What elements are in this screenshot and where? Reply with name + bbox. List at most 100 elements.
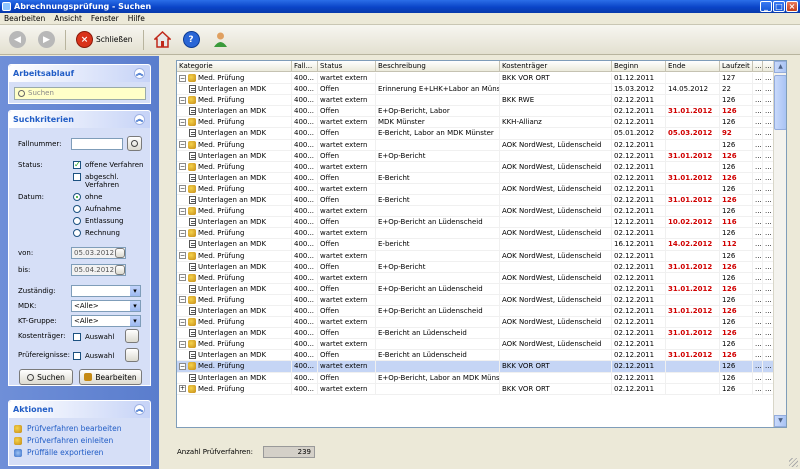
- zustaendig-dropdown[interactable]: [71, 285, 141, 297]
- mdk-dropdown[interactable]: <Alle>: [71, 300, 141, 312]
- close-button[interactable]: × Schließen: [72, 29, 137, 51]
- prueffaelle-exportieren-link[interactable]: Prüffälle exportieren: [14, 448, 103, 457]
- fallnummer-search-button[interactable]: [127, 136, 142, 151]
- collapse-icon[interactable]: −: [179, 229, 186, 237]
- table-row[interactable]: − Med. Prüfung 400... wartet extern AOK Nord…: [177, 272, 774, 284]
- home-button[interactable]: [150, 29, 175, 51]
- column-header[interactable]: Kostenträger: [500, 61, 612, 72]
- table-row[interactable]: − Med. Prüfung 400... wartet extern MDK Müns…: [177, 117, 774, 129]
- scroll-down-icon[interactable]: ▼: [774, 415, 786, 427]
- menu-fenster[interactable]: Fenster: [91, 13, 119, 24]
- column-header[interactable]: Beginn: [612, 61, 666, 72]
- collapse-chevron-icon[interactable]: ︽: [134, 68, 145, 79]
- kostentraeger-picker-button[interactable]: [125, 329, 139, 343]
- suchen-button[interactable]: Suchen: [19, 369, 73, 385]
- expand-icon[interactable]: +: [179, 385, 186, 393]
- user-button[interactable]: [208, 29, 233, 51]
- table-row[interactable]: − Med. Prüfung 400... wartet extern AOK Nord…: [177, 206, 774, 218]
- datum-radio-aufnahme[interactable]: [73, 205, 81, 213]
- table-row[interactable]: Unterlagen an MDK 400... Offen E+Op-Bericht…: [177, 217, 774, 229]
- collapse-icon[interactable]: −: [179, 296, 186, 304]
- column-header[interactable]: Kategorie: [177, 61, 292, 72]
- help-button[interactable]: ?: [179, 29, 204, 51]
- close-window-button[interactable]: ×: [786, 1, 798, 12]
- table-row[interactable]: − Med. Prüfung 400... wartet extern AOK Nord…: [177, 139, 774, 151]
- table-row[interactable]: Unterlagen an MDK 400... Offen E-Bericht an…: [177, 328, 774, 340]
- collapse-icon[interactable]: −: [179, 118, 186, 126]
- collapse-icon[interactable]: −: [179, 318, 186, 326]
- table-row[interactable]: − Med. Prüfung 400... wartet extern AOK Nord…: [177, 317, 774, 329]
- table-row[interactable]: − Med. Prüfung 400... wartet extern AOK Nord…: [177, 183, 774, 196]
- pruefereignisse-auswahl-checkbox[interactable]: [73, 352, 81, 360]
- scroll-up-icon[interactable]: ▲: [774, 61, 786, 73]
- table-row[interactable]: Unterlagen an MDK 400... Offen E+Op-Bericht…: [177, 305, 774, 318]
- collapse-chevron-icon[interactable]: ︽: [134, 114, 145, 125]
- arbeitsablauf-title: Arbeitsablauf: [13, 69, 75, 78]
- table-row[interactable]: + Med. Prüfung 400... wartet extern BKK VOR …: [177, 383, 774, 395]
- column-header[interactable]: Status: [318, 61, 376, 72]
- table-row[interactable]: − Med. Prüfung 400... wartet extern AOK Nord…: [177, 294, 774, 306]
- menu-ansicht[interactable]: Ansicht: [54, 13, 82, 24]
- table-row[interactable]: Unterlagen an MDK 400... Offen E-bericht 16.…: [177, 239, 774, 251]
- pruefereignisse-picker-button[interactable]: [125, 348, 139, 362]
- table-row[interactable]: − Med. Prüfung 400... wartet extern BKK VOR …: [177, 361, 774, 373]
- collapse-icon[interactable]: −: [179, 362, 186, 370]
- collapse-icon[interactable]: −: [179, 274, 186, 282]
- table-row[interactable]: Unterlagen an MDK 400... Offen E-Bericht 02.…: [177, 172, 774, 184]
- column-header[interactable]: Fall...: [292, 61, 318, 72]
- menu-hilfe[interactable]: Hilfe: [128, 13, 145, 24]
- collapse-icon[interactable]: −: [179, 96, 186, 104]
- table-row[interactable]: Unterlagen an MDK 400... Offen E+Op-Bericht…: [177, 150, 774, 162]
- back-button[interactable]: ◀: [5, 29, 30, 51]
- scroll-thumb[interactable]: [774, 75, 786, 130]
- ende-cell: [666, 206, 720, 217]
- table-row[interactable]: Unterlagen an MDK 400... Offen E+Op-Bericht…: [177, 283, 774, 295]
- table-row[interactable]: − Med. Prüfung 400... wartet extern BKK VOR …: [177, 73, 774, 85]
- collapse-chevron-icon[interactable]: ︽: [134, 404, 145, 415]
- kostentraeger-auswahl-checkbox[interactable]: [73, 333, 81, 341]
- table-row[interactable]: − Med. Prüfung 400... wartet extern AOK Nord…: [177, 250, 774, 262]
- table-row[interactable]: Unterlagen an MDK 400... Offen E+Op-Bericht…: [177, 261, 774, 273]
- collapse-icon[interactable]: −: [179, 207, 186, 215]
- table-row[interactable]: − Med. Prüfung 400... wartet extern BKK RWE 0…: [177, 95, 774, 107]
- workflow-search-input[interactable]: Suchen: [14, 87, 146, 100]
- collapse-icon[interactable]: −: [179, 185, 186, 193]
- collapse-icon[interactable]: −: [179, 340, 186, 348]
- table-row[interactable]: Unterlagen an MDK 400... Offen E-Bericht, L…: [177, 128, 774, 140]
- menu-bearbeiten[interactable]: Bearbeiten: [4, 13, 45, 24]
- collapse-icon[interactable]: −: [179, 74, 186, 82]
- table-row[interactable]: − Med. Prüfung 400... wartet extern AOK Nord…: [177, 339, 774, 351]
- vertical-scrollbar[interactable]: ▲ ▼: [773, 61, 786, 427]
- maximize-button[interactable]: □: [773, 1, 785, 12]
- collapse-icon[interactable]: −: [179, 141, 186, 149]
- datum-radio-entlassung[interactable]: [73, 217, 81, 225]
- collapse-icon[interactable]: −: [179, 252, 186, 259]
- forward-button[interactable]: ▶: [34, 29, 59, 51]
- fallnummer-input[interactable]: [71, 138, 123, 150]
- minimize-button[interactable]: _: [760, 1, 772, 12]
- table-row[interactable]: Unterlagen an MDK 400... Offen E+Op-Bericht…: [177, 372, 774, 384]
- bearbeiten-button[interactable]: Bearbeiten: [79, 369, 142, 385]
- column-header[interactable]: Laufzeit: [720, 61, 753, 72]
- column-header[interactable]: Ende: [666, 61, 720, 72]
- abgeschl-verfahren-checkbox[interactable]: [73, 173, 81, 181]
- table-row[interactable]: Unterlagen an MDK 400... Offen Erinnerung E…: [177, 84, 774, 96]
- table-row[interactable]: Unterlagen an MDK 400... Offen E-Bericht an…: [177, 350, 774, 362]
- datum-radio-ohne[interactable]: [73, 193, 81, 201]
- pruefverfahren-bearbeiten-link[interactable]: Prüfverfahren bearbeiten: [14, 424, 122, 433]
- collapse-icon[interactable]: −: [179, 163, 186, 171]
- calendar-icon[interactable]: [115, 248, 125, 258]
- column-header[interactable]: Beschreibung: [376, 61, 500, 72]
- table-row[interactable]: Unterlagen an MDK 400... Offen E-Bericht 02.…: [177, 195, 774, 207]
- pruefverfahren-einleiten-link[interactable]: Prüfverfahren einleiten: [14, 436, 113, 445]
- offene-verfahren-checkbox[interactable]: [73, 160, 81, 169]
- status-cell: Offen: [318, 239, 376, 250]
- resize-grip[interactable]: [789, 458, 798, 467]
- column-header[interactable]: ...: [753, 61, 763, 72]
- ktgruppe-dropdown[interactable]: <Alle>: [71, 315, 141, 327]
- calendar-icon[interactable]: [115, 265, 125, 275]
- table-row[interactable]: Unterlagen an MDK 400... Offen E+Op-Bericht…: [177, 106, 774, 118]
- table-row[interactable]: − Med. Prüfung 400... wartet extern AOK Nord…: [177, 161, 774, 173]
- table-row[interactable]: − Med. Prüfung 400... wartet extern AOK Nord…: [177, 228, 774, 240]
- datum-radio-rechnung[interactable]: [73, 229, 81, 237]
